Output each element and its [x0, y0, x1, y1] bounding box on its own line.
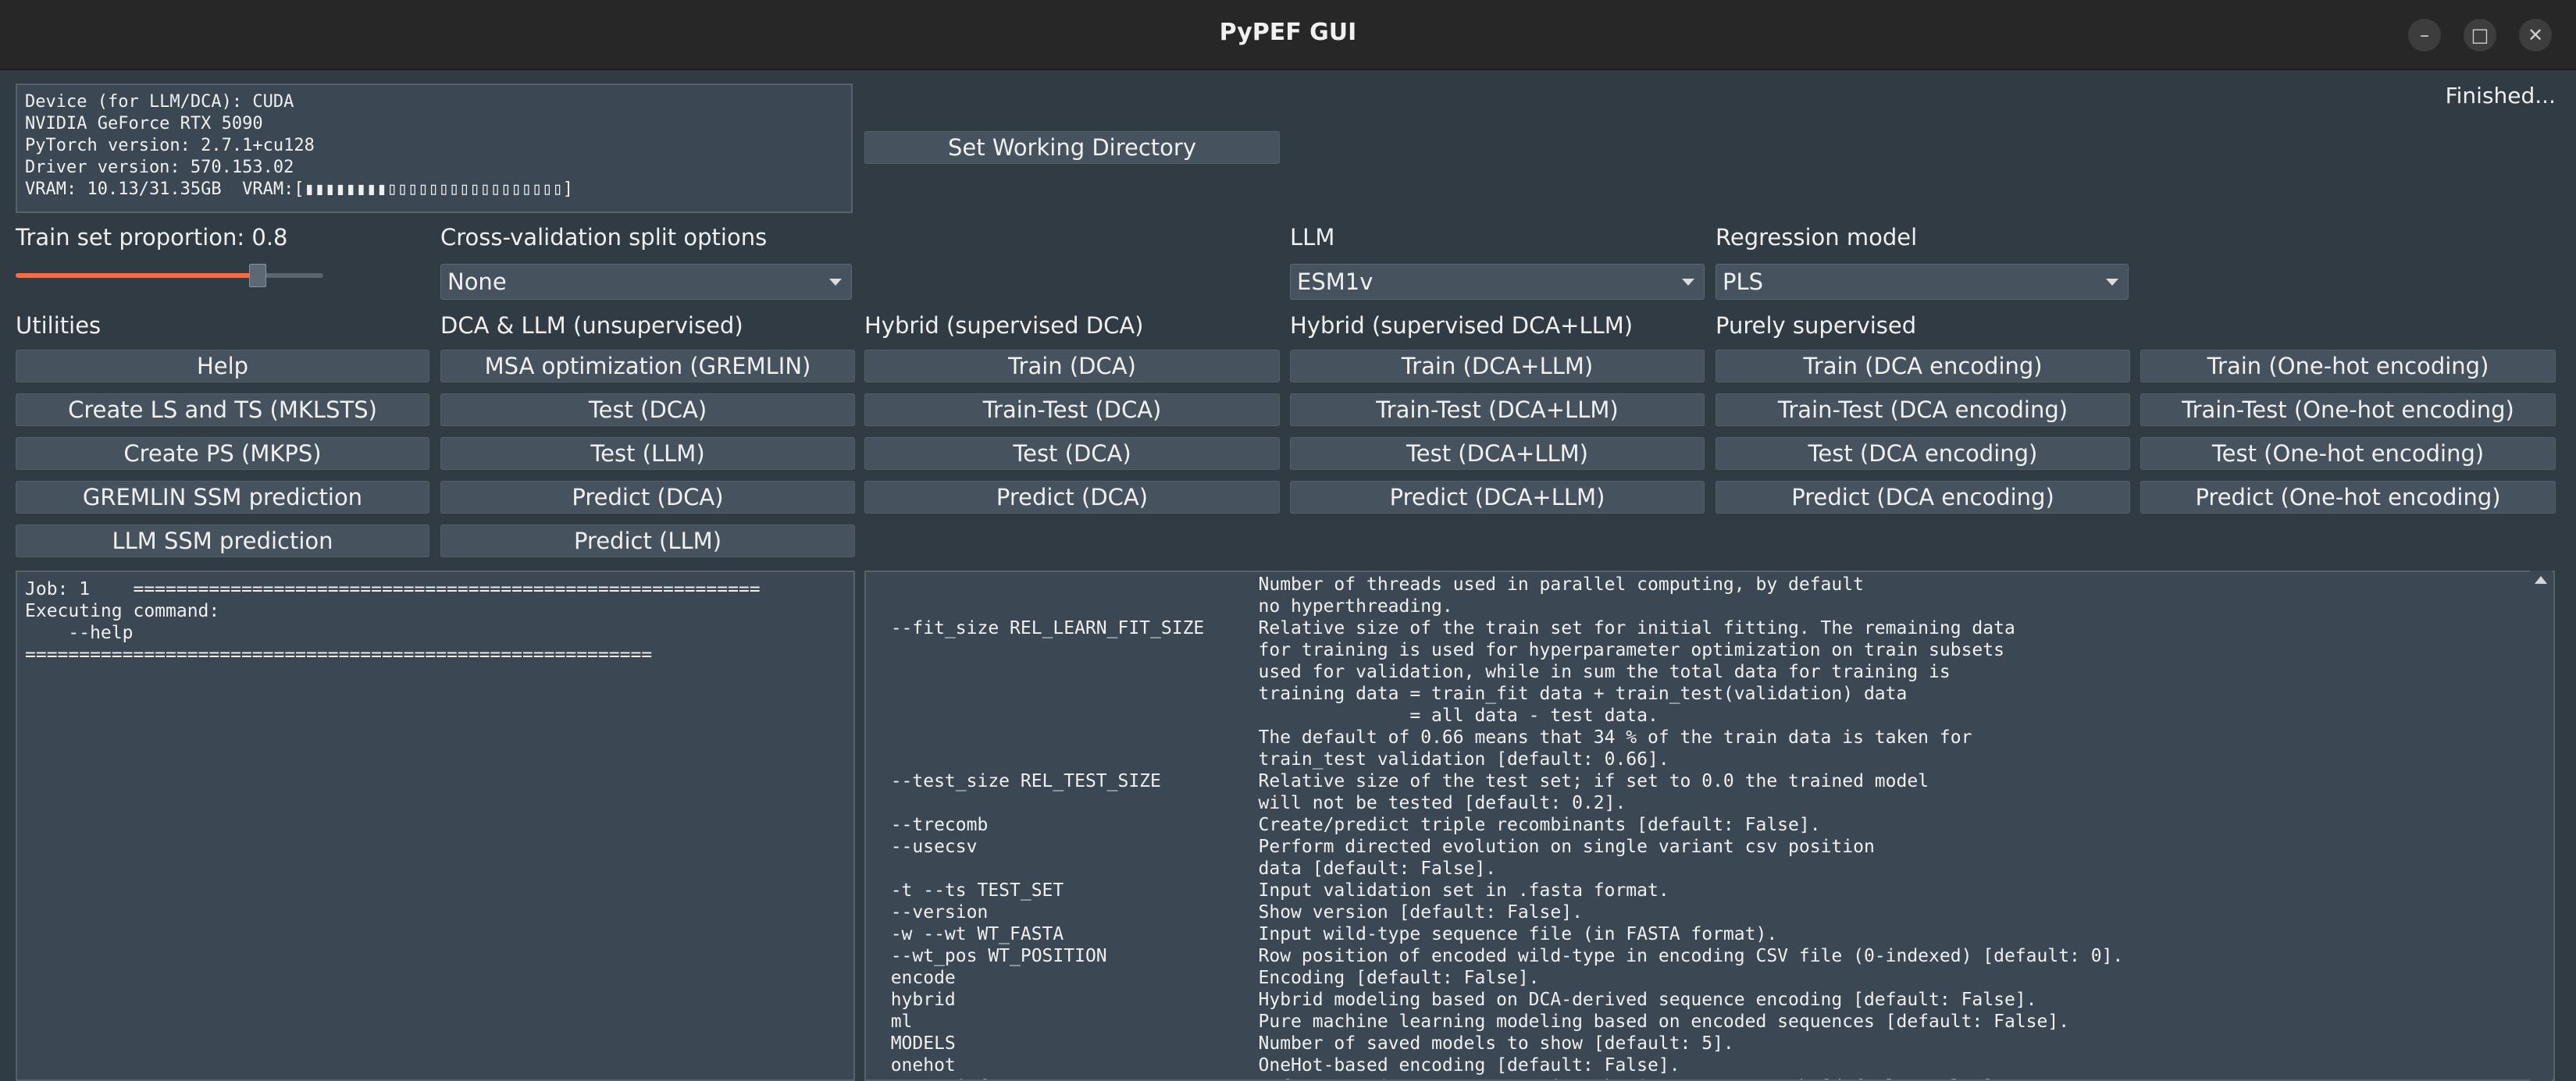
help-button[interactable]: Help	[16, 350, 429, 382]
regression-model-label: Regression model	[1716, 224, 1918, 251]
regression-selected-value: PLS	[1723, 268, 1764, 295]
test-dca-unsupervised-button[interactable]: Test (DCA)	[440, 393, 855, 426]
train-onehot-button[interactable]: Train (One-hot encoding)	[2140, 350, 2556, 382]
predict-onehot-button[interactable]: Predict (One-hot encoding)	[2140, 481, 2556, 514]
cv-options-label: Cross-validation split options	[440, 224, 768, 251]
test-onehot-button[interactable]: Test (One-hot encoding)	[2140, 437, 2556, 470]
create-ls-ts-button[interactable]: Create LS and TS (MKLSTS)	[16, 393, 429, 426]
dca-llm-unsupervised-heading: DCA & LLM (unsupervised)	[440, 312, 743, 339]
llm-ssm-prediction-button[interactable]: LLM SSM prediction	[16, 524, 429, 557]
regression-model-select[interactable]: PLS	[1716, 264, 2129, 300]
train-test-dca-encoding-button[interactable]: Train-Test (DCA encoding)	[1716, 393, 2130, 426]
set-working-directory-button[interactable]: Set Working Directory	[864, 131, 1280, 164]
status-text: Finished...	[2445, 83, 2556, 108]
cv-options-select[interactable]: None	[440, 264, 852, 300]
msa-optimization-button[interactable]: MSA optimization (GREMLIN)	[440, 350, 855, 382]
chevron-down-icon	[1682, 279, 1694, 286]
title-bar: PyPEF GUI – □ ✕	[0, 0, 2576, 70]
maximize-icon[interactable]: □	[2464, 19, 2496, 52]
predict-dca-encoding-button[interactable]: Predict (DCA encoding)	[1716, 481, 2130, 514]
train-dca-hybrid-button[interactable]: Train (DCA)	[864, 350, 1280, 382]
predict-dca-unsupervised-button[interactable]: Predict (DCA)	[440, 481, 855, 514]
device-info-panel: Device (for LLM/DCA): CUDA NVIDIA GeForc…	[16, 84, 853, 213]
hybrid-supervised-dca-heading: Hybrid (supervised DCA)	[864, 312, 1144, 339]
llm-label: LLM	[1290, 224, 1335, 251]
test-dca-hybrid-button[interactable]: Test (DCA)	[864, 437, 1280, 470]
chevron-down-icon	[2106, 279, 2118, 286]
test-dca-encoding-button[interactable]: Test (DCA encoding)	[1716, 437, 2130, 470]
create-ps-button[interactable]: Create PS (MKPS)	[16, 437, 429, 470]
close-icon[interactable]: ✕	[2519, 19, 2552, 52]
llm-selected-value: ESM1v	[1297, 268, 1374, 295]
train-proportion-label: Train set proportion: 0.8	[16, 224, 288, 251]
help-output-scrollbar[interactable]	[2530, 571, 2552, 1081]
job-log-console[interactable]: Job: 1 =================================…	[16, 571, 855, 1081]
utilities-heading: Utilities	[16, 312, 102, 339]
chevron-down-icon	[829, 279, 842, 286]
test-llm-button[interactable]: Test (LLM)	[440, 437, 855, 470]
minimize-icon[interactable]: –	[2408, 19, 2441, 52]
purely-supervised-heading: Purely supervised	[1716, 312, 1917, 339]
train-dca-llm-button[interactable]: Train (DCA+LLM)	[1290, 350, 1705, 382]
train-test-dca-hybrid-button[interactable]: Train-Test (DCA)	[864, 393, 1280, 426]
train-proportion-slider-handle[interactable]	[249, 264, 266, 287]
train-test-onehot-button[interactable]: Train-Test (One-hot encoding)	[2140, 393, 2556, 426]
gremlin-ssm-prediction-button[interactable]: GREMLIN SSM prediction	[16, 481, 429, 514]
train-test-dca-llm-button[interactable]: Train-Test (DCA+LLM)	[1290, 393, 1705, 426]
hybrid-supervised-dca-llm-heading: Hybrid (supervised DCA+LLM)	[1290, 312, 1634, 339]
help-output-console[interactable]: Number of threads used in parallel compu…	[864, 571, 2555, 1081]
train-proportion-slider-fill	[16, 273, 257, 278]
predict-dca-llm-button[interactable]: Predict (DCA+LLM)	[1290, 481, 1705, 514]
predict-llm-button[interactable]: Predict (LLM)	[440, 524, 855, 557]
test-dca-llm-button[interactable]: Test (DCA+LLM)	[1290, 437, 1705, 470]
scroll-up-arrow-icon[interactable]	[2535, 576, 2547, 584]
predict-dca-hybrid-button[interactable]: Predict (DCA)	[864, 481, 1280, 514]
train-dca-encoding-button[interactable]: Train (DCA encoding)	[1716, 350, 2130, 382]
cv-selected-value: None	[447, 268, 507, 295]
window-title: PyPEF GUI	[1219, 19, 1357, 46]
llm-select[interactable]: ESM1v	[1290, 264, 1705, 300]
